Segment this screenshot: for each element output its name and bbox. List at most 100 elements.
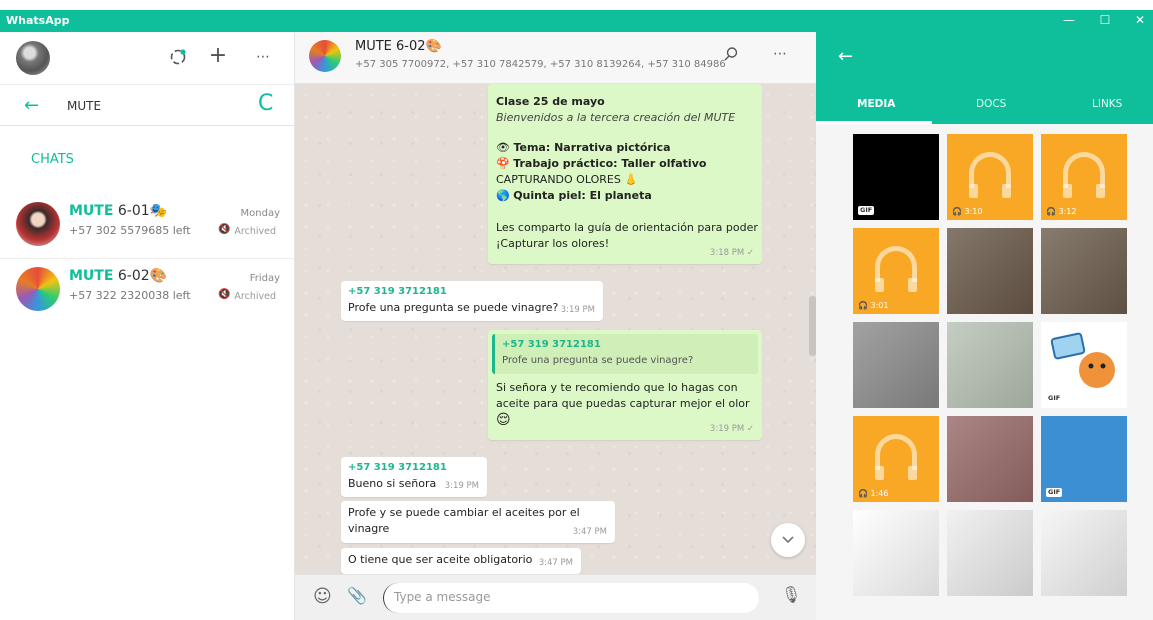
- message-time: 3:19 PM: [444, 481, 479, 491]
- muted-icon: 🔇: [218, 224, 231, 235]
- quoted-sender: +57 319 3712181: [502, 339, 601, 350]
- gif-badge: GIF: [858, 206, 875, 215]
- media-thumbnail-image[interactable]: [947, 228, 1033, 314]
- group-members: +57 305 7700972, +57 310 7842579, +57 31…: [355, 59, 725, 70]
- archived-label: Archived: [234, 291, 276, 302]
- message-line: 👁 Tema: Narrativa pictórica: [496, 141, 671, 154]
- minimize-button[interactable]: —: [1051, 10, 1087, 32]
- media-thumbnail-gif[interactable]: GIF: [1041, 416, 1127, 502]
- quoted-message[interactable]: +57 319 3712181 Profe una pregunta se pu…: [492, 334, 758, 374]
- menu-button[interactable]: ⋯: [252, 47, 274, 67]
- gif-badge: GIF: [1046, 394, 1063, 403]
- muted-icon: 🔇: [218, 289, 231, 300]
- message-line: 🍄 Trabajo práctico: Taller olfativo: [496, 157, 707, 170]
- chat-avatar: [16, 267, 60, 311]
- title-bar: WhatsApp — ☐ ✕: [0, 10, 1153, 32]
- tab-links[interactable]: LINKS: [1092, 98, 1122, 110]
- media-thumbnail-image[interactable]: [947, 510, 1033, 596]
- message-bubble-incoming[interactable]: +57 319 3712181 Profe una pregunta se pu…: [341, 281, 603, 321]
- message-text: Profe una pregunta se puede vinagre?: [348, 301, 559, 314]
- search-icon[interactable]: [723, 46, 739, 66]
- media-thumbnail-audio[interactable]: 🎧 1:46: [853, 416, 939, 502]
- message-text: Si señora y te recomiendo que lo hagas c…: [496, 381, 750, 410]
- conversation-header[interactable]: MUTE 6-02🎨 +57 305 7700972, +57 310 7842…: [295, 32, 816, 84]
- close-button[interactable]: ✕: [1122, 10, 1153, 32]
- message-time: 3:18 PM ✓: [709, 248, 754, 258]
- status-icon[interactable]: [168, 48, 188, 71]
- media-thumbnail-audio[interactable]: 🎧 3:10: [947, 134, 1033, 220]
- scrollbar-thumb[interactable]: [809, 296, 816, 356]
- message-line: 🌎 Quinta piel: El planeta: [496, 189, 652, 202]
- media-thumbnail-gif[interactable]: GIF: [853, 134, 939, 220]
- chat-name: MUTE 6-01🎭: [69, 203, 168, 219]
- scroll-down-button[interactable]: [771, 523, 805, 557]
- chat-preview: +57 302 5579685 left: [69, 224, 191, 237]
- chat-preview: +57 322 2320038 left: [69, 289, 191, 302]
- message-line: CAPTURANDO OLORES 👃: [496, 173, 639, 186]
- tab-docs[interactable]: DOCS: [976, 98, 1006, 110]
- search-input[interactable]: MUTE: [67, 99, 101, 113]
- new-chat-button[interactable]: +: [207, 45, 229, 67]
- message-list[interactable]: Clase 25 de mayo Bienvenidos a la tercer…: [295, 84, 816, 606]
- message-sender: +57 319 3712181: [348, 286, 447, 297]
- message-bubble-outgoing[interactable]: Clase 25 de mayo Bienvenidos a la tercer…: [488, 84, 762, 264]
- conversation-panel: MUTE 6-02🎨 +57 305 7700972, +57 310 7842…: [295, 32, 816, 620]
- message-bubble-incoming[interactable]: Profe y se puede cambiar el aceites por …: [341, 501, 615, 543]
- message-subtitle: Bienvenidos a la tercera creación del MU…: [496, 111, 736, 124]
- headphones-icon: [1063, 152, 1105, 198]
- media-thumbnail-image[interactable]: [947, 416, 1033, 502]
- chat-item-mute-6-02[interactable]: MUTE 6-02🎨 Friday +57 322 2320038 left 🔇…: [0, 258, 294, 322]
- media-thumbnail-audio[interactable]: 🎧 3:01: [853, 228, 939, 314]
- chat-list-header: + ⋯: [0, 32, 294, 84]
- profile-avatar[interactable]: [16, 41, 50, 75]
- message-time: 3:19 PM: [560, 305, 595, 315]
- active-tab-indicator: [816, 121, 932, 124]
- message-title: Clase 25 de mayo: [496, 95, 605, 108]
- media-thumbnail-image[interactable]: [853, 510, 939, 596]
- media-panel-header: ← MEDIA DOCS LINKS: [816, 32, 1153, 124]
- message-input[interactable]: Type a message: [383, 583, 759, 613]
- message-bubble-outgoing[interactable]: +57 319 3712181 Profe una pregunta se pu…: [488, 330, 762, 440]
- media-thumbnail-sticker[interactable]: GIF: [1041, 322, 1127, 408]
- chat-avatar: [16, 202, 60, 246]
- message-sender: +57 319 3712181: [348, 462, 447, 473]
- archived-label: Archived: [234, 226, 276, 237]
- media-panel: ← MEDIA DOCS LINKS GIF 🎧 3:10 🎧 3:12 🎧 3:01…: [816, 32, 1153, 620]
- attach-icon[interactable]: 📎: [347, 586, 367, 605]
- gif-badge: GIF: [1046, 488, 1063, 497]
- chat-date: Friday: [249, 273, 280, 284]
- ok-sticker-icon: [1049, 332, 1119, 392]
- chats-section-title: CHATS: [31, 152, 74, 167]
- media-thumbnail-image[interactable]: [1041, 510, 1127, 596]
- audio-duration: 🎧 3:12: [1046, 207, 1077, 216]
- group-name: MUTE 6-02🎨: [355, 39, 442, 54]
- conversation-menu-button[interactable]: ⋯: [773, 46, 787, 62]
- quoted-text: Profe una pregunta se puede vinagre?: [502, 355, 694, 366]
- message-time: 3:47 PM: [572, 527, 607, 537]
- search-row: ← MUTE C: [0, 84, 294, 126]
- back-arrow-icon[interactable]: ←: [838, 46, 853, 67]
- tab-media[interactable]: MEDIA: [857, 98, 895, 110]
- loading-spinner-icon: C: [258, 91, 274, 116]
- headphones-icon: [875, 246, 917, 292]
- emoji-icon[interactable]: ☺: [313, 586, 332, 607]
- message-bubble-incoming[interactable]: O tiene que ser aceite obligatorio 3:47 …: [341, 548, 581, 574]
- maximize-button[interactable]: ☐: [1087, 10, 1123, 32]
- media-thumbnail-image[interactable]: [853, 322, 939, 408]
- compose-bar: ☺ 📎 Type a message 🎙: [295, 574, 816, 620]
- headphones-icon: [969, 152, 1011, 198]
- message-time: 3:47 PM: [538, 558, 573, 568]
- chat-item-mute-6-01[interactable]: MUTE 6-01🎭 Monday +57 302 5579685 left 🔇…: [0, 194, 294, 258]
- media-thumbnail-audio[interactable]: 🎧 3:12: [1041, 134, 1127, 220]
- audio-duration: 🎧 3:01: [858, 301, 889, 310]
- group-avatar[interactable]: [309, 40, 341, 72]
- media-thumbnail-image[interactable]: [1041, 228, 1127, 314]
- media-thumbnail-image[interactable]: [947, 322, 1033, 408]
- mic-icon[interactable]: 🎙: [781, 585, 801, 604]
- message-time: 3:19 PM ✓: [709, 424, 754, 434]
- window-title: WhatsApp: [6, 14, 70, 27]
- audio-duration: 🎧 1:46: [858, 489, 889, 498]
- back-arrow-icon[interactable]: ←: [24, 95, 39, 116]
- message-bubble-incoming[interactable]: +57 319 3712181 Bueno si señora 3:19 PM: [341, 457, 487, 497]
- headphones-icon: [875, 434, 917, 480]
